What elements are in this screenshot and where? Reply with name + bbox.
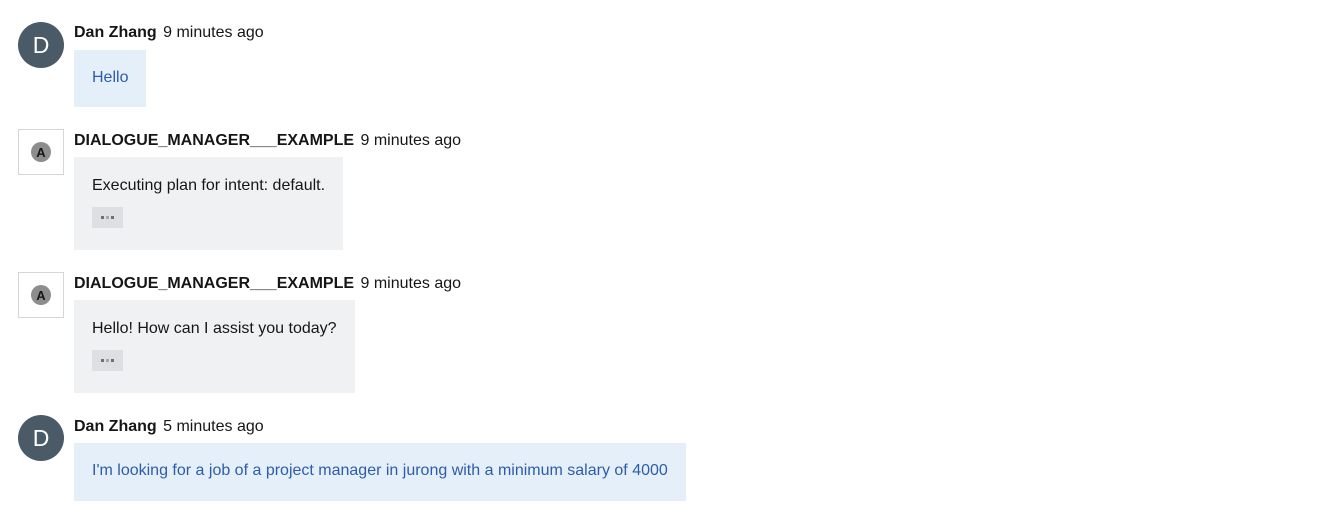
- bot-message-bubble: Hello! How can I assist you today?: [74, 300, 355, 393]
- message-header: DIALOGUE_MANAGER___EXAMPLE 9 minutes ago: [74, 274, 461, 294]
- bot-avatar: A: [18, 129, 64, 175]
- message-header: DIALOGUE_MANAGER___EXAMPLE 9 minutes ago: [74, 131, 461, 151]
- more-options-button[interactable]: [92, 207, 123, 228]
- message-text: Hello: [92, 69, 129, 86]
- message-timestamp: 5 minutes ago: [163, 418, 264, 435]
- message-text: I'm looking for a job of a project manag…: [92, 462, 668, 479]
- avatar-letter: D: [32, 424, 50, 451]
- sender-name: Dan Zhang: [74, 24, 157, 41]
- message-text: Hello! How can I assist you today?: [92, 320, 337, 337]
- message-header: Dan Zhang 5 minutes ago: [74, 417, 264, 437]
- more-options-button[interactable]: [92, 350, 123, 371]
- bot-message-bubble: Executing plan for intent: default.: [74, 157, 344, 250]
- message-timestamp: 9 minutes ago: [360, 275, 462, 292]
- avatar-letter: D: [32, 31, 50, 58]
- sender-name: DIALOGUE_MANAGER___EXAMPLE: [74, 275, 355, 292]
- message-timestamp: 9 minutes ago: [360, 132, 462, 149]
- user-avatar: D: [18, 415, 64, 461]
- user-message-bubble: I'm looking for a job of a project manag…: [74, 443, 686, 501]
- sender-name: Dan Zhang: [74, 418, 157, 435]
- assistant-icon: A: [31, 142, 51, 162]
- message-text: Executing plan for intent: default.: [92, 177, 326, 194]
- chat-feed: D Dan Zhang 9 minutes ago Hello A DIALOG…: [0, 0, 1331, 519]
- ellipsis-icon: [101, 216, 104, 219]
- message-timestamp: 9 minutes ago: [163, 24, 264, 41]
- message-header: Dan Zhang 9 minutes ago: [74, 23, 264, 43]
- user-avatar: D: [18, 22, 64, 68]
- sender-name: DIALOGUE_MANAGER___EXAMPLE: [74, 132, 355, 149]
- user-message-bubble: Hello: [74, 50, 147, 107]
- ellipsis-icon: [101, 359, 104, 362]
- assistant-icon: A: [31, 285, 51, 305]
- bot-avatar: A: [18, 272, 64, 318]
